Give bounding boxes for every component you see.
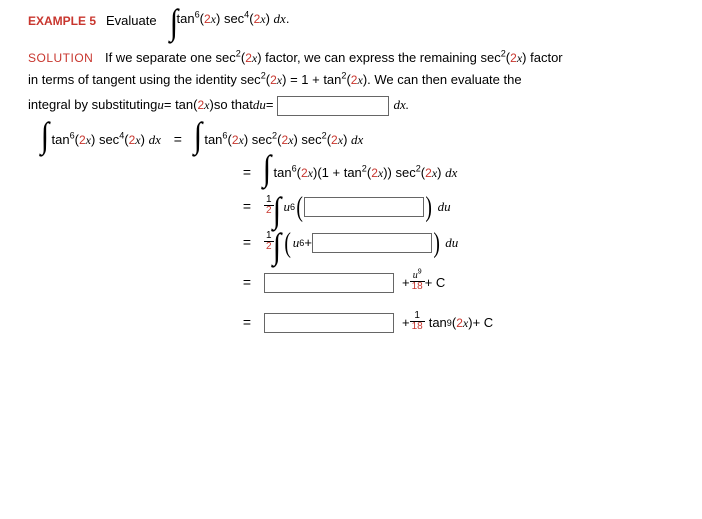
step-row: = 1 2 ∫ u6 ( ) du: [42, 196, 674, 218]
solution-line: If we separate one sec: [105, 50, 236, 65]
example-header: EXAMPLE 5 Evaluate ∫ tan6(2x) sec4(2x) d…: [28, 10, 674, 28]
equals-sign: =: [230, 233, 264, 252]
answer-blank-step4[interactable]: [312, 233, 432, 253]
work-steps: ∫ tan6(2x) sec4(2x) dx = ∫ tan6(2x) sec2…: [28, 130, 674, 334]
equals-sign: =: [230, 197, 264, 216]
rhs-step1: ∫ tan6(2x) sec2(2x) sec2(2x) dx: [195, 131, 363, 149]
example-label: EXAMPLE 5: [28, 13, 96, 29]
rhs-step3: 1 2 ∫ u6 ( ) du: [264, 196, 451, 218]
fraction-1-18: 1 18: [410, 311, 425, 333]
equals-sign: =: [230, 163, 264, 182]
equals-sign: =: [230, 313, 264, 332]
step-row: = ∫ tan6(2x)(1 + tan2(2x)) sec2(2x) dx: [42, 163, 674, 182]
evaluate-word: Evaluate: [106, 12, 157, 30]
solution-line: integral by substituting: [28, 95, 157, 116]
answer-blank-step6[interactable]: [264, 313, 394, 333]
solution-line: in terms of tangent using the identity s…: [28, 72, 261, 87]
dx-label: dx.: [393, 95, 409, 116]
equals-sign: =: [230, 273, 264, 292]
answer-blank-step5[interactable]: [264, 273, 394, 293]
equals-sign: =: [161, 130, 195, 149]
rhs-step5: + u9 18 + C: [264, 272, 445, 294]
solution-label: SOLUTION: [28, 51, 93, 65]
rhs-step4: 1 2 ∫ ( u6 + ) du: [264, 232, 458, 254]
lhs-integral: ∫ tan6(2x) sec4(2x) dx: [42, 131, 161, 149]
fraction-u9-18: u9 18: [410, 271, 425, 293]
step-row: ∫ tan6(2x) sec4(2x) dx = ∫ tan6(2x) sec2…: [42, 130, 674, 149]
rhs-step6: + 1 18 tan9(2x) + C: [264, 312, 493, 334]
step-row: = 1 2 ∫ ( u6 + ) du: [42, 232, 674, 254]
solution-text: SOLUTION If we separate one sec2(2x) fac…: [28, 48, 674, 116]
answer-blank-step3[interactable]: [304, 197, 424, 217]
step-row: = + u9 18 + C: [42, 272, 674, 294]
answer-blank-du[interactable]: [277, 96, 389, 116]
rhs-step2: ∫ tan6(2x)(1 + tan2(2x)) sec2(2x) dx: [264, 164, 457, 182]
step-row: = + 1 18 tan9(2x) + C: [42, 312, 674, 334]
integrand-header: tan6(2x) sec4(2x) dx.: [176, 10, 289, 28]
